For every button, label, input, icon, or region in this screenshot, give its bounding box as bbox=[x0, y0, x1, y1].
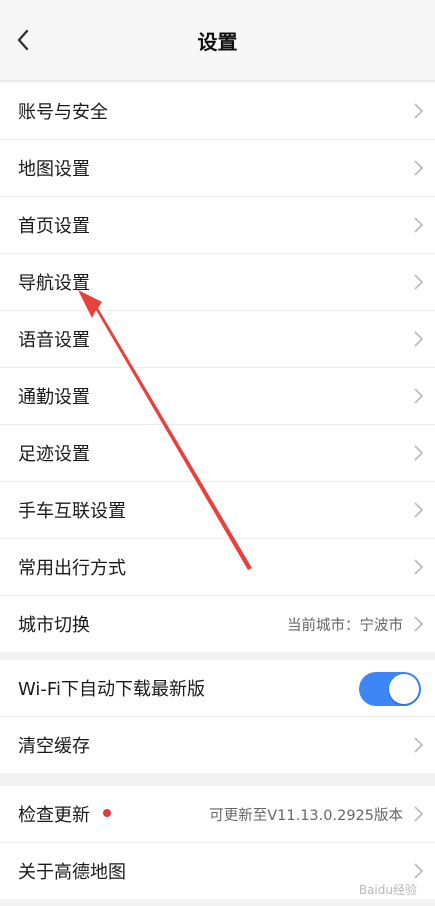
row-label: 检查更新 bbox=[18, 805, 90, 826]
current-city-value: 当前城市：宁波市 bbox=[287, 617, 403, 634]
chevron-right-icon bbox=[414, 863, 424, 879]
row-label: 足迹设置 bbox=[18, 444, 90, 465]
row-clear-cache[interactable]: 清空缓存 bbox=[0, 717, 435, 773]
row-home-settings[interactable]: 首页设置 bbox=[0, 197, 435, 254]
page-title: 设置 bbox=[197, 30, 238, 54]
chevron-right-icon bbox=[414, 502, 424, 518]
chevron-right-icon bbox=[414, 103, 424, 119]
chevron-right-icon bbox=[414, 274, 424, 290]
row-travel-mode[interactable]: 常用出行方式 bbox=[0, 539, 435, 596]
row-commute-settings[interactable]: 通勤设置 bbox=[0, 368, 435, 425]
chevron-right-icon bbox=[414, 331, 424, 347]
watermark: Baidu经验 bbox=[358, 883, 417, 897]
update-badge-dot bbox=[103, 809, 111, 817]
settings-group-storage: Wi-Fi下自动下载最新版 清空缓存 bbox=[0, 660, 435, 773]
chevron-right-icon bbox=[414, 806, 424, 822]
row-label: 通勤设置 bbox=[18, 387, 90, 408]
row-label: 地图设置 bbox=[18, 159, 90, 180]
row-label: 语音设置 bbox=[18, 330, 90, 351]
row-label: Wi-Fi下自动下载最新版 bbox=[18, 679, 205, 700]
top-bar: 设置 bbox=[0, 0, 435, 81]
row-voice-settings[interactable]: 语音设置 bbox=[0, 311, 435, 368]
chevron-right-icon bbox=[414, 616, 424, 632]
row-label: 手车互联设置 bbox=[18, 501, 126, 522]
chevron-right-icon bbox=[414, 217, 424, 233]
chevron-right-icon bbox=[414, 388, 424, 404]
chevron-right-icon bbox=[414, 737, 424, 753]
row-footprint-settings[interactable]: 足迹设置 bbox=[0, 425, 435, 482]
update-version-value: 可更新至V11.13.0.2925版本 bbox=[209, 807, 403, 824]
toggle-knob bbox=[389, 674, 419, 704]
row-city-switch[interactable]: 城市切换 当前城市：宁波市 bbox=[0, 596, 435, 652]
settings-group-main: 账号与安全 地图设置 首页设置 导航设置 语音设置 通勤设置 足迹设置 手车互联… bbox=[0, 83, 435, 652]
chevron-right-icon bbox=[414, 445, 424, 461]
row-account-security[interactable]: 账号与安全 bbox=[0, 83, 435, 140]
row-check-update[interactable]: 检查更新 可更新至V11.13.0.2925版本 bbox=[0, 786, 435, 843]
row-car-connect-settings[interactable]: 手车互联设置 bbox=[0, 482, 435, 539]
chevron-right-icon bbox=[414, 559, 424, 575]
row-label: 导航设置 bbox=[18, 273, 90, 294]
row-label: 城市切换 bbox=[18, 615, 90, 636]
row-label: 首页设置 bbox=[18, 216, 90, 237]
row-label: 账号与安全 bbox=[18, 102, 108, 123]
row-map-settings[interactable]: 地图设置 bbox=[0, 140, 435, 197]
chevron-right-icon bbox=[414, 160, 424, 176]
row-label: 清空缓存 bbox=[18, 736, 90, 757]
row-wifi-auto-download: Wi-Fi下自动下载最新版 bbox=[0, 660, 435, 717]
row-label: 常用出行方式 bbox=[18, 558, 126, 579]
row-navigation-settings[interactable]: 导航设置 bbox=[0, 254, 435, 311]
row-label: 关于高德地图 bbox=[18, 862, 126, 883]
wifi-download-toggle[interactable] bbox=[359, 672, 421, 706]
